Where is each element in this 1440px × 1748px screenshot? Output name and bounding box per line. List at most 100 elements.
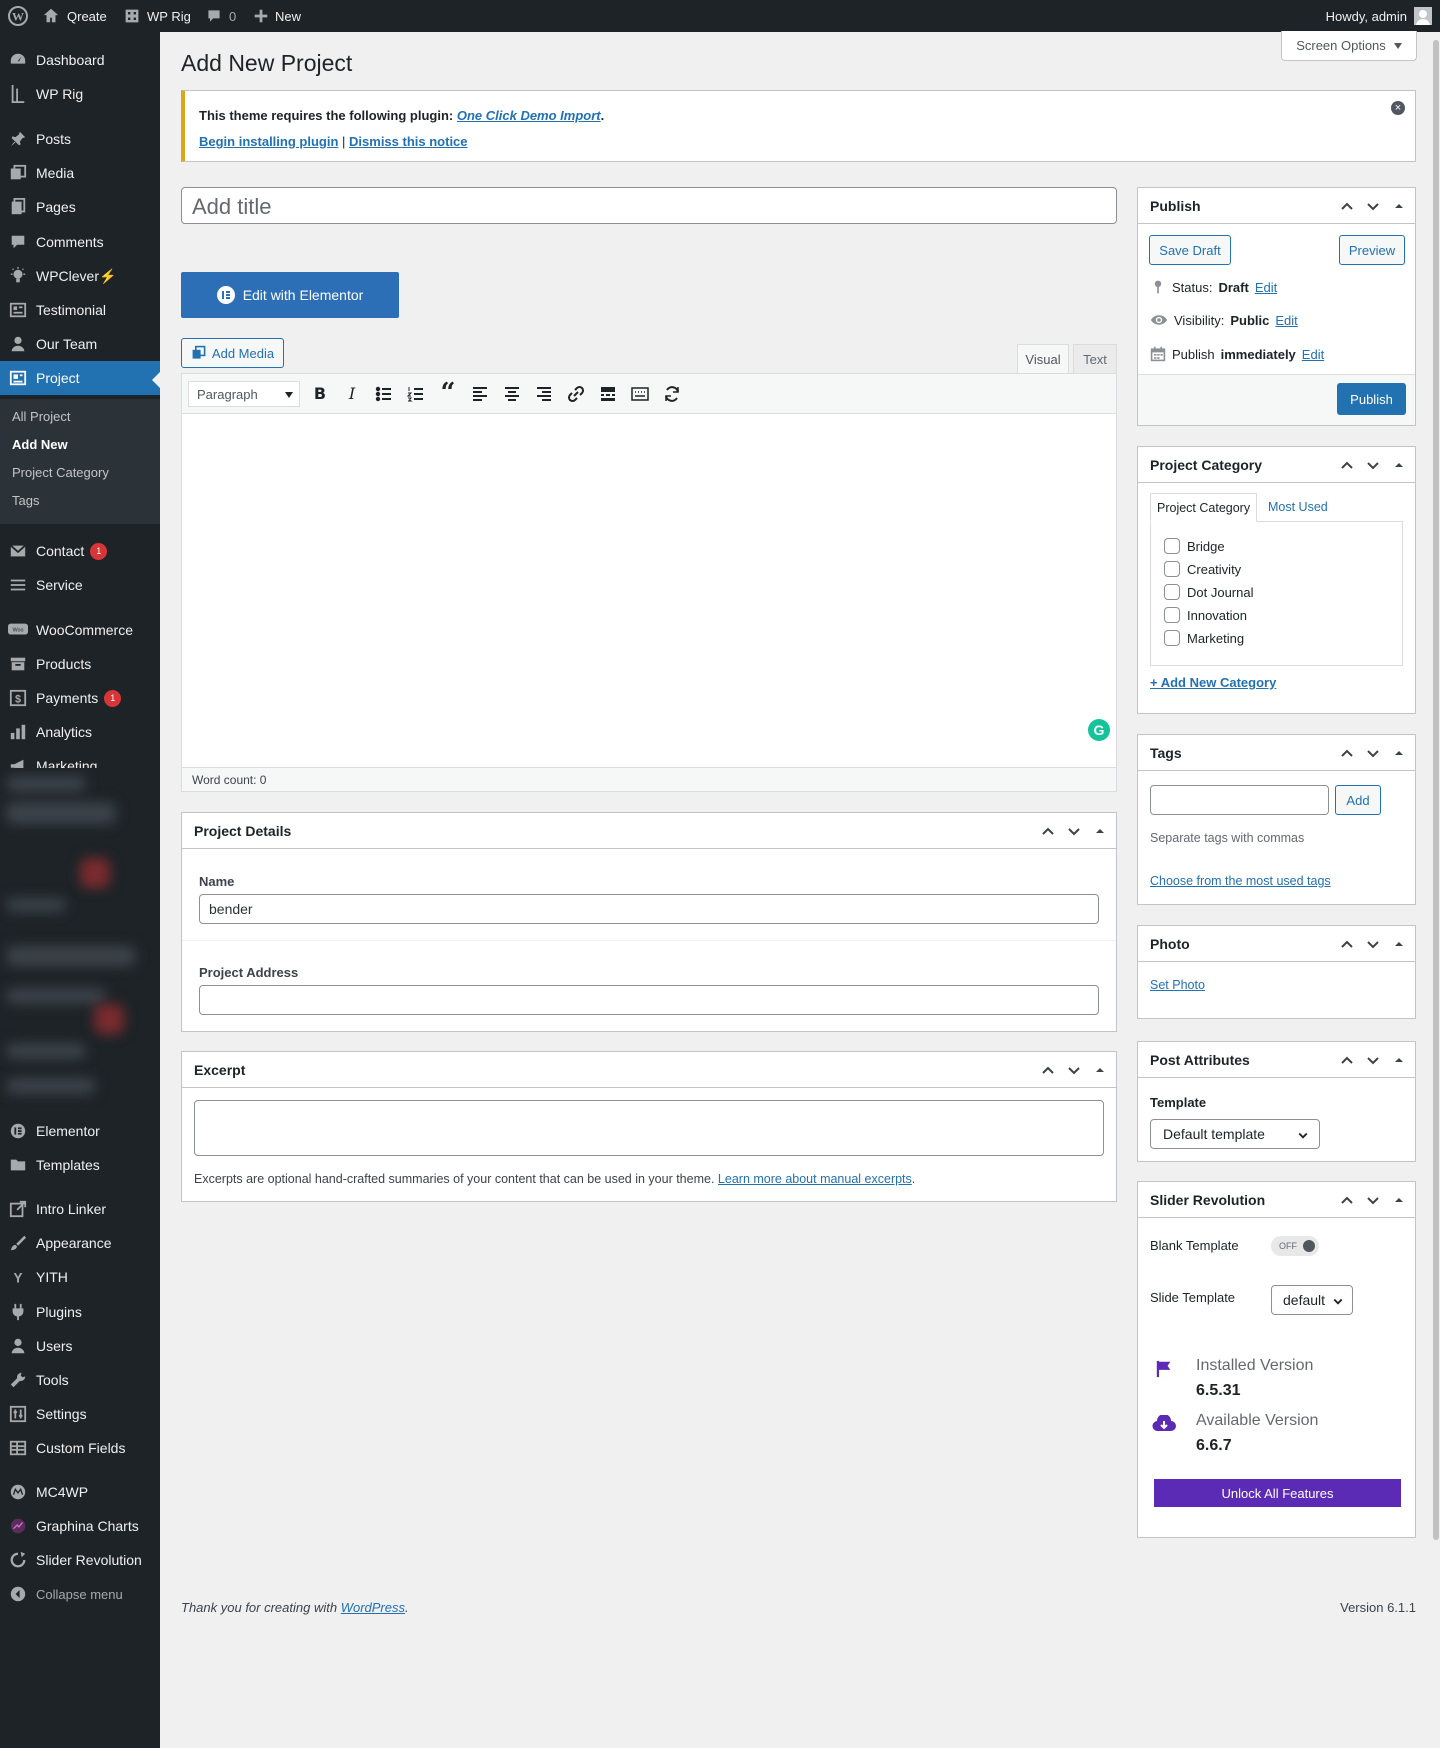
sidebar-item-analytics[interactable]: Analytics [0, 715, 160, 749]
read-more-icon[interactable] [598, 384, 618, 404]
screen-options-button[interactable]: Screen Options [1281, 31, 1417, 61]
edit-publish-time-link[interactable]: Edit [1302, 347, 1324, 362]
unlock-all-features-button[interactable]: Unlock All Features [1154, 1479, 1401, 1507]
submenu-tags[interactable]: Tags [12, 493, 39, 508]
toggle-panel-icon[interactable] [1391, 1192, 1407, 1208]
bold-icon[interactable]: B [310, 384, 330, 404]
dismiss-notice-link[interactable]: Dismiss this notice [349, 134, 467, 149]
template-select[interactable]: Default template [1150, 1119, 1320, 1149]
tags-input[interactable] [1150, 785, 1329, 815]
add-tag-button[interactable]: Add [1335, 785, 1381, 815]
collapse-menu-button[interactable]: Collapse menu [0, 1577, 160, 1611]
wordpress-logo-icon[interactable]: W [8, 0, 28, 32]
sidebar-item-wp-rig[interactable]: WP Rig [0, 77, 160, 111]
sidebar-item-elementor[interactable]: Elementor [0, 1114, 160, 1148]
submenu-add-new[interactable]: Add New [12, 437, 68, 452]
chevron-up-icon[interactable] [1339, 198, 1355, 214]
choose-most-used-tags-link[interactable]: Choose from the most used tags [1150, 874, 1331, 888]
numbered-list-icon[interactable] [406, 384, 426, 404]
edit-with-elementor-button[interactable]: Edit with Elementor [181, 272, 399, 318]
sidebar-item-mc4wp[interactable]: MC4WP [0, 1475, 160, 1509]
chevron-up-icon[interactable] [1339, 936, 1355, 952]
new-content-link[interactable]: New [254, 0, 301, 32]
sidebar-item-woocommerce[interactable]: Woo WooCommerce [0, 613, 160, 647]
category-checkbox-bridge[interactable] [1164, 538, 1180, 554]
toggle-panel-icon[interactable] [1391, 1052, 1407, 1068]
sidebar-item-slider-revolution[interactable]: Slider Revolution [0, 1543, 160, 1577]
bullet-list-icon[interactable] [374, 384, 394, 404]
add-new-category-link[interactable]: + Add New Category [1150, 675, 1276, 690]
tab-text[interactable]: Text [1073, 344, 1117, 374]
submenu-all-project[interactable]: All Project [12, 409, 71, 424]
sidebar-item-appearance[interactable]: Appearance [0, 1226, 160, 1260]
grammarly-icon[interactable]: G [1088, 719, 1110, 741]
comments-link[interactable]: 0 [206, 0, 236, 32]
sidebar-item-project[interactable]: Project [0, 361, 160, 395]
toolbar-toggle-icon[interactable] [630, 384, 650, 404]
sidebar-item-testimonial[interactable]: Testimonial [0, 293, 160, 327]
chevron-down-icon[interactable] [1365, 198, 1381, 214]
scrollbar-thumb[interactable] [1433, 40, 1439, 1540]
chevron-down-icon[interactable] [1066, 823, 1082, 839]
category-checkbox-dot-journal[interactable] [1164, 584, 1180, 600]
sidebar-item-pages[interactable]: Pages [0, 190, 160, 224]
project-address-field[interactable] [199, 985, 1099, 1015]
plugin-link[interactable]: One Click Demo Import [457, 108, 601, 123]
toggle-panel-icon[interactable] [1092, 1062, 1108, 1078]
align-center-icon[interactable] [502, 384, 522, 404]
wordpress-link[interactable]: WordPress [341, 1600, 405, 1615]
tab-all-categories[interactable]: Project Category [1150, 493, 1257, 522]
edit-status-link[interactable]: Edit [1255, 280, 1277, 295]
sidebar-item-plugins[interactable]: Plugins [0, 1295, 160, 1329]
sidebar-item-products[interactable]: Products [0, 647, 160, 681]
theme-link[interactable]: WP Rig [124, 0, 191, 32]
sidebar-item-our-team[interactable]: Our Team [0, 327, 160, 361]
slide-template-select[interactable]: default [1271, 1285, 1353, 1315]
tab-visual[interactable]: Visual [1017, 344, 1069, 374]
category-checkbox-creativity[interactable] [1164, 561, 1180, 577]
title-input[interactable]: Add title [181, 187, 1117, 224]
add-media-button[interactable]: Add Media [181, 338, 284, 368]
sidebar-item-service[interactable]: Service [0, 568, 160, 602]
sidebar-item-users[interactable]: Users [0, 1329, 160, 1363]
chevron-up-icon[interactable] [1339, 1192, 1355, 1208]
begin-installing-link[interactable]: Begin installing plugin [199, 134, 338, 149]
set-photo-link[interactable]: Set Photo [1150, 978, 1205, 992]
italic-icon[interactable]: I [342, 384, 362, 404]
chevron-down-icon[interactable] [1365, 745, 1381, 761]
align-right-icon[interactable] [534, 384, 554, 404]
chevron-down-icon[interactable] [1365, 1052, 1381, 1068]
toggle-panel-icon[interactable] [1391, 745, 1407, 761]
category-checkbox-marketing[interactable] [1164, 630, 1180, 646]
sidebar-item-posts[interactable]: Posts [0, 122, 160, 156]
account-menu[interactable]: Howdy, admin [1326, 0, 1432, 32]
editor-content-area[interactable] [182, 414, 1116, 767]
sidebar-item-graphina-charts[interactable]: Graphina Charts [0, 1509, 160, 1543]
blank-template-toggle[interactable]: OFF [1271, 1236, 1319, 1256]
sidebar-item-templates[interactable]: Templates [0, 1148, 160, 1182]
site-name-link[interactable]: Qreate [42, 0, 107, 32]
toggle-panel-icon[interactable] [1092, 823, 1108, 839]
toggle-panel-icon[interactable] [1391, 198, 1407, 214]
preview-button[interactable]: Preview [1339, 235, 1405, 265]
sidebar-item-dashboard[interactable]: Dashboard [0, 43, 160, 77]
sidebar-item-media[interactable]: Media [0, 156, 160, 190]
sidebar-item-payments[interactable]: $ Payments 1 [0, 681, 160, 715]
chevron-down-icon[interactable] [1066, 1062, 1082, 1078]
save-draft-button[interactable]: Save Draft [1149, 235, 1231, 265]
toggle-panel-icon[interactable] [1391, 936, 1407, 952]
sidebar-item-comments[interactable]: Comments [0, 225, 160, 259]
format-select[interactable]: Paragraph [188, 381, 300, 407]
blockquote-icon[interactable]: “ [438, 378, 458, 408]
chevron-up-icon[interactable] [1339, 457, 1355, 473]
chevron-up-icon[interactable] [1040, 1062, 1056, 1078]
excerpt-textarea[interactable] [194, 1100, 1104, 1156]
sidebar-item-wpclever[interactable]: WPClever⚡ [0, 259, 160, 293]
toggle-panel-icon[interactable] [1391, 457, 1407, 473]
publish-button[interactable]: Publish [1337, 383, 1406, 415]
sidebar-item-yith[interactable]: Y YITH [0, 1260, 160, 1294]
sidebar-item-tools[interactable]: Tools [0, 1363, 160, 1397]
submenu-project-category[interactable]: Project Category [12, 465, 109, 480]
refresh-icon[interactable] [662, 384, 682, 404]
chevron-up-icon[interactable] [1040, 823, 1056, 839]
